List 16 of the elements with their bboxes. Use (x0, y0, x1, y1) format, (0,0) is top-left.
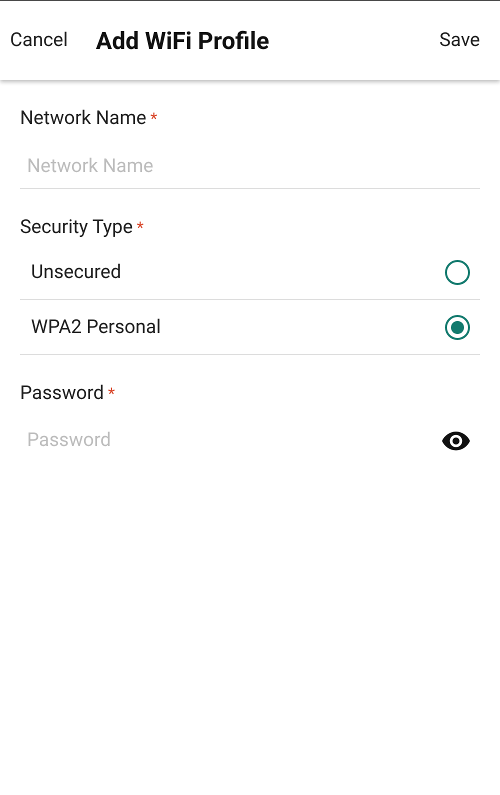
radio-option[interactable]: Unsecured (20, 245, 480, 300)
save-button[interactable]: Save (439, 26, 490, 55)
field-label: Password (20, 380, 104, 406)
field-label: Security Type (20, 214, 133, 240)
cancel-button[interactable]: Cancel (10, 26, 68, 55)
input-field[interactable]: Network Name (20, 142, 480, 188)
window-title: Add WiFi Profile (96, 26, 270, 56)
password-field[interactable]: Password (20, 426, 442, 455)
radio-option[interactable]: WPA2 Personal (20, 300, 480, 355)
radio-button[interactable] (445, 260, 470, 284)
field-label: Network Name (20, 105, 146, 131)
required-mark: * (108, 383, 115, 405)
required-mark: * (150, 108, 158, 130)
eye-icon[interactable] (442, 430, 470, 450)
required-mark: * (136, 216, 144, 238)
radio-button[interactable] (445, 314, 470, 340)
